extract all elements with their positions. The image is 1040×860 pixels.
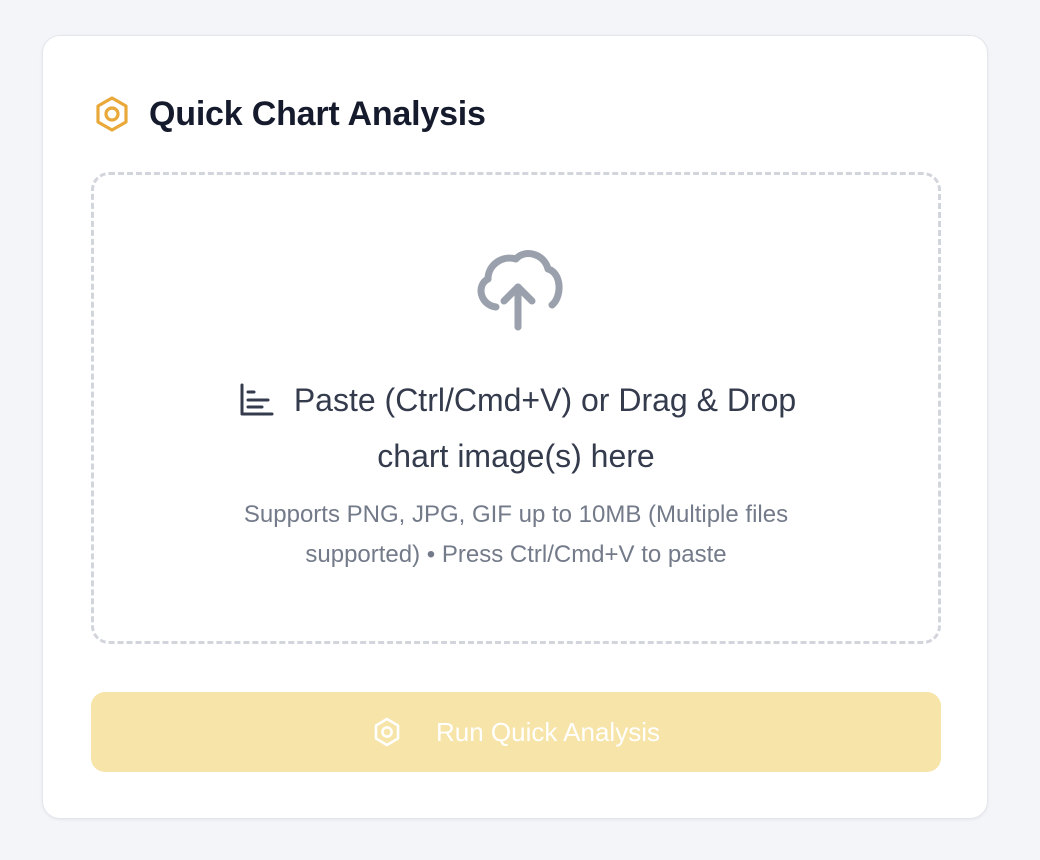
- dropzone-primary-line2: chart image(s) here: [377, 438, 655, 474]
- card-header: Quick Chart Analysis: [93, 92, 486, 136]
- run-button-label: Run Quick Analysis: [436, 716, 660, 747]
- card-title: Quick Chart Analysis: [149, 94, 486, 133]
- bar-chart-icon: [236, 380, 276, 420]
- dropzone-instructions: Paste (Ctrl/Cmd+V) or Drag & Drop chart …: [94, 372, 938, 484]
- dropzone-hint-line1: Supports PNG, JPG, GIF up to 10MB (Multi…: [243, 501, 789, 528]
- image-dropzone[interactable]: Paste (Ctrl/Cmd+V) or Drag & Drop chart …: [91, 172, 941, 644]
- dropzone-hint: Supports PNG, JPG, GIF up to 10MB (Multi…: [94, 495, 938, 575]
- hexagon-gear-icon: [93, 95, 131, 133]
- run-quick-analysis-button[interactable]: Run Quick Analysis: [91, 692, 941, 772]
- dropzone-hint-line2: supported) • Press Ctrl/Cmd+V to paste: [305, 541, 727, 568]
- quick-chart-analysis-card: Quick Chart Analysis Paste (Ctrl/Cmd+V) …: [42, 35, 988, 819]
- dropzone-primary-line1: Paste (Ctrl/Cmd+V) or Drag & Drop: [293, 382, 797, 418]
- cloud-upload-icon: [470, 245, 566, 333]
- hexagon-gear-icon: [372, 717, 402, 747]
